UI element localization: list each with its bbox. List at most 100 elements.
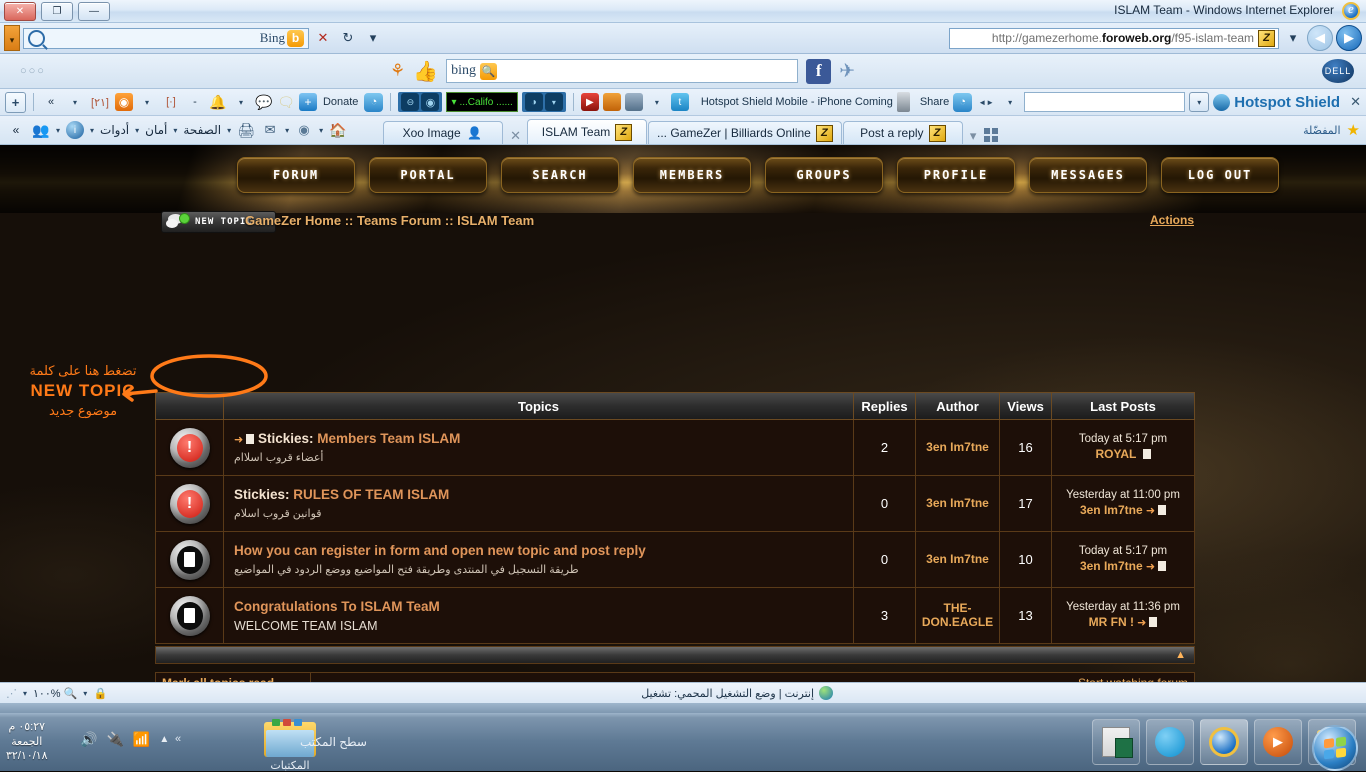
nav-search[interactable]: SEARCH xyxy=(501,157,619,193)
nav-logout[interactable]: LOG OUT xyxy=(1161,157,1279,193)
start-button[interactable] xyxy=(1312,725,1358,771)
author-link[interactable]: 3en Im7tne xyxy=(916,420,1000,475)
rss-icon[interactable]: ◉ xyxy=(114,93,133,111)
info-icon[interactable]: i xyxy=(66,121,85,139)
topic-title[interactable]: How you can register in form and open ne… xyxy=(234,543,646,558)
add-button[interactable]: + xyxy=(5,91,26,113)
search-input[interactable]: Bing b xyxy=(23,27,309,49)
paper-plane-icon[interactable]: ✈ xyxy=(839,60,855,83)
eye-icon[interactable]: ◉ xyxy=(421,93,440,111)
share-label[interactable]: Share xyxy=(920,96,949,108)
thumbs-up-icon[interactable]: 👍 xyxy=(413,59,438,84)
taskbar-app-internet-explorer[interactable] xyxy=(1200,719,1248,765)
restore-button[interactable]: ❐ xyxy=(41,2,73,21)
users-icon[interactable]: 👥 xyxy=(32,121,50,139)
chevron-down-icon[interactable]: ▾ xyxy=(227,126,231,135)
tab-post-a-reply[interactable]: Post a reply Z xyxy=(842,121,963,144)
last-post-user[interactable]: ROYAL xyxy=(1095,447,1136,461)
table-row[interactable]: ! ➜ Stickies: Members Team ISLAM أعضاء ق… xyxy=(155,420,1195,476)
hotspot-controls[interactable]: ⊖ ◉ xyxy=(398,92,443,112)
add-plus-icon[interactable]: + xyxy=(298,93,317,111)
show-hidden-icons-icon[interactable]: ▲ xyxy=(159,734,169,745)
table-row[interactable]: ! Stickies: RULES OF TEAM ISLAM قوانين ق… xyxy=(155,476,1195,532)
power-icon[interactable]: 🔌 xyxy=(106,731,123,748)
last-post-user[interactable]: 3en Im7tne xyxy=(1080,503,1143,517)
chat-icon[interactable]: 💬 xyxy=(255,93,273,111)
close-icon[interactable]: ✕ xyxy=(1350,94,1361,110)
search-icon[interactable]: 🔍 xyxy=(480,62,498,80)
nav-messages[interactable]: MESSAGES xyxy=(1029,157,1147,193)
zoom-control[interactable]: ١٠٠% 🔍 xyxy=(33,687,77,700)
last-post-user[interactable]: MR FN ! xyxy=(1089,615,1134,629)
gallery-icon[interactable] xyxy=(602,93,621,111)
chevron-down-icon[interactable]: ▾ xyxy=(90,126,94,135)
volume-icon[interactable]: 🔊 xyxy=(80,731,97,748)
nav-groups[interactable]: GROUPS xyxy=(765,157,883,193)
topic-title[interactable]: ➜ Stickies: Members Team ISLAM xyxy=(234,431,460,446)
twitter-icon[interactable]: t xyxy=(670,93,689,111)
forward-button[interactable]: ▶ xyxy=(1336,25,1362,51)
vpn-status-indicator[interactable]: ▾ ...Califo ...... xyxy=(446,92,518,112)
quick-tabs-icon[interactable] xyxy=(982,126,1000,144)
chevron-down-icon[interactable]: ▾ xyxy=(23,689,27,698)
stop-button[interactable]: ✕ xyxy=(312,26,334,50)
chevron-down-icon[interactable]: ▾ xyxy=(137,92,157,112)
menu-item-page[interactable]: الصفحة xyxy=(183,123,221,137)
favorites-area[interactable]: ★ المفضّلة xyxy=(1303,121,1360,139)
chat-bubble-icon[interactable]: 🗨 xyxy=(277,93,295,111)
tab-islam-team[interactable]: ISLAM Team Z xyxy=(527,119,648,144)
close-tab-button[interactable]: ✕ xyxy=(504,128,527,144)
chevron-down-icon[interactable]: ▾ xyxy=(544,93,563,111)
chevron-down-icon[interactable]: ▾ xyxy=(647,92,667,112)
taskbar-app-skype[interactable] xyxy=(1146,719,1194,765)
star-icon[interactable]: ★ xyxy=(1347,121,1360,139)
tab-xoo-image[interactable]: Xoo Image 👤 xyxy=(383,121,504,144)
shield-icon[interactable]: ◔ xyxy=(364,92,384,112)
nav-forum[interactable]: FORUM xyxy=(237,157,355,193)
bell-icon[interactable]: 🔔 xyxy=(209,93,227,111)
actions-link[interactable]: Actions xyxy=(1150,213,1194,227)
menu-item-safety[interactable]: أمان xyxy=(145,123,167,137)
nav-profile[interactable]: PROFILE xyxy=(897,157,1015,193)
hotspot-controls-2[interactable]: ◑ ▾ xyxy=(521,92,566,112)
taskbar-app-office[interactable] xyxy=(1092,719,1140,765)
minimize-button[interactable]: — xyxy=(78,2,110,21)
rss-icon[interactable]: ◉ xyxy=(295,121,313,139)
topic-title[interactable]: Congratulations To ISLAM TeaM xyxy=(234,599,440,614)
goto-last-icon[interactable]: ➜ xyxy=(1137,617,1146,629)
back-button[interactable]: ◀ xyxy=(1307,25,1333,51)
close-button[interactable]: ✕ xyxy=(4,2,36,21)
address-history-dropdown[interactable]: ▾ xyxy=(1282,26,1304,50)
topic-title[interactable]: Stickies: RULES OF TEAM ISLAM xyxy=(234,487,449,502)
table-row[interactable]: How you can register in form and open ne… xyxy=(155,532,1195,588)
goto-last-icon[interactable]: ➜ xyxy=(234,434,243,446)
collapse-icon[interactable]: « xyxy=(6,120,26,140)
minus-icon[interactable]: ⊖ xyxy=(401,93,420,111)
start-watching-forum-link[interactable]: Start watching forum xyxy=(1078,676,1188,682)
chevron-down-icon[interactable]: ▾ xyxy=(83,689,87,698)
search-dropdown-tab[interactable]: ▾ xyxy=(4,25,20,51)
address-input[interactable]: http://gamezerhome.foroweb.org/f95-islam… xyxy=(949,27,1279,49)
chevron-down-icon[interactable]: ▾ xyxy=(56,126,60,135)
donate-button[interactable]: Donate xyxy=(321,92,360,112)
scroll-up-icon[interactable]: ▲ xyxy=(1175,649,1186,661)
goto-last-icon[interactable]: ➜ xyxy=(1146,505,1155,517)
facebook-icon[interactable]: f xyxy=(806,58,832,84)
tab-list-dropdown[interactable]: ▾ xyxy=(964,128,983,144)
chevron-down-icon[interactable]: ▾ xyxy=(231,92,251,112)
video-icon[interactable]: ▶ xyxy=(580,93,599,111)
resize-icon[interactable]: ◄► xyxy=(976,92,996,112)
chevron-down-icon[interactable]: ▾ xyxy=(319,126,323,135)
printer-icon[interactable]: 🖨 xyxy=(237,121,255,139)
fb-search-input[interactable]: bing 🔍 xyxy=(446,59,799,83)
scroll-strip[interactable]: ▲ xyxy=(155,646,1195,664)
chevron-down-icon[interactable]: ▾ xyxy=(135,126,139,135)
menu-item-tools[interactable]: أدوات xyxy=(100,123,129,137)
chevron-down-icon[interactable]: ▾ xyxy=(1189,92,1210,112)
mail-icon[interactable]: ✉ xyxy=(261,121,279,139)
nav-members[interactable]: MEMBERS xyxy=(633,157,751,193)
last-post-user[interactable]: 3en Im7tne xyxy=(1080,559,1143,573)
hotspot-search-input[interactable] xyxy=(1024,92,1186,112)
stumble-icon[interactable]: ⚘ xyxy=(390,61,405,81)
author-link[interactable]: THE-DON.EAGLE xyxy=(916,588,1000,643)
